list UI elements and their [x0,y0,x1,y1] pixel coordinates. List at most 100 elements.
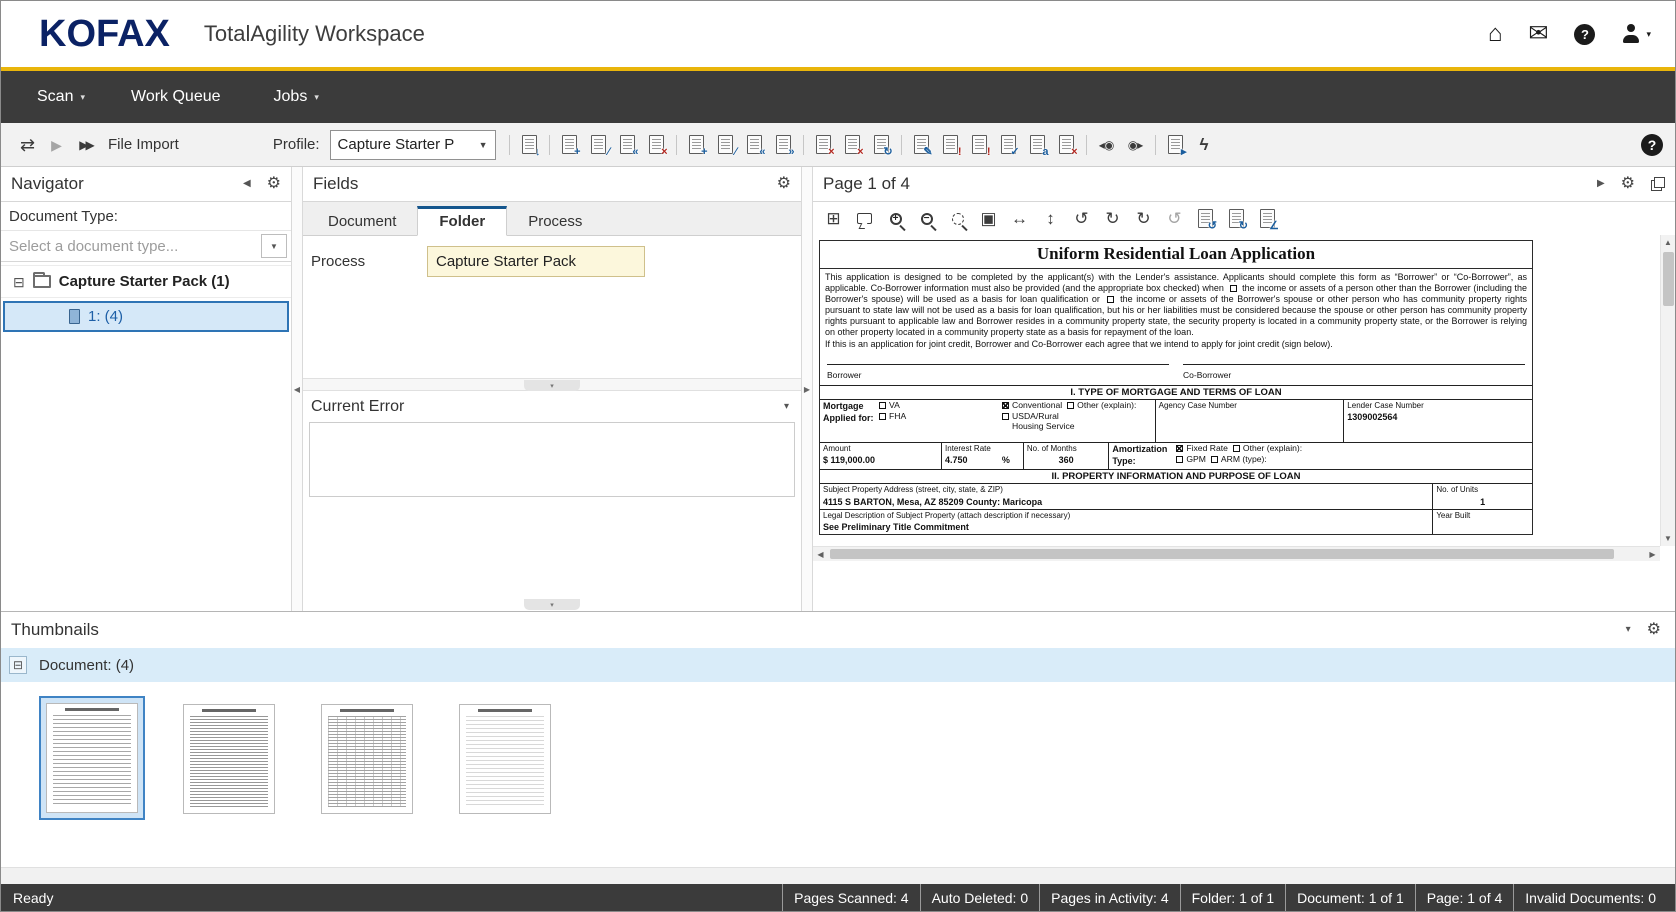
comment-icon[interactable] [850,205,879,232]
create-folder-icon[interactable]: + [555,131,584,158]
create-region-icon[interactable]: ⊞ [819,205,848,232]
thumbnail-page-1[interactable] [39,696,145,820]
help-icon[interactable]: ? [1574,24,1595,45]
collapse-node-icon[interactable]: ⊟ [13,275,25,289]
rotate-ccw-icon[interactable]: ↺ [1067,205,1096,232]
process-field-input[interactable]: Capture Starter Pack [427,246,645,277]
status-item: Auto Deleted: 0 [920,884,1040,911]
process-batch-icon[interactable]: ϟ [1190,131,1219,158]
thumbnail-page-3[interactable] [313,696,421,822]
batch-tree: ⊟ Capture Starter Pack (1) 1: (4) [1,262,291,611]
scroll-up-icon[interactable]: ▲ [1661,235,1676,250]
delete-folder-icon[interactable]: × [642,131,671,158]
separator[interactable] [803,135,804,155]
document-type-select[interactable]: Select a document type... ▼ [1,231,291,262]
replace-page-icon[interactable]: ↻ [867,131,896,158]
splitter-fields[interactable]: ▶ [801,167,813,611]
gear-icon[interactable]: ⚙ [777,176,791,192]
gear-icon[interactable]: ⚙ [1621,176,1635,192]
horizontal-splitter[interactable]: ▾ [303,378,801,391]
insert-document-icon[interactable]: » [769,131,798,158]
chevron-down-icon[interactable]: ▾ [1626,625,1631,635]
scroll-left-icon[interactable]: ◀ [813,547,828,562]
import-file-icon[interactable]: ↓ [515,131,544,158]
separator[interactable] [676,135,677,155]
reject-page-icon[interactable]: ! [936,131,965,158]
profile-select[interactable]: Capture Starter P ▼ [330,130,496,160]
zoom-select-icon[interactable] [943,205,972,232]
hide-rejected-icon[interactable]: ◉▸ [1121,131,1150,158]
separator[interactable] [509,135,510,155]
collapse-handle[interactable]: ▾ [524,380,580,391]
property-address-label: Subject Property Address (street, city, … [823,485,1429,495]
play-icon[interactable]: ▶ [42,131,71,158]
separator[interactable] [901,135,902,155]
thumbnail-page-4[interactable] [451,696,559,822]
clear-review-icon[interactable]: × [1052,131,1081,158]
fit-width-icon[interactable]: ↔ [1005,205,1034,232]
zoom-in-icon[interactable]: + [881,205,910,232]
collapse-handle[interactable]: ▾ [524,599,580,610]
thumbnail-page-2[interactable] [175,696,283,822]
merge-document-icon[interactable]: « [740,131,769,158]
collapse-node-icon[interactable]: ⊟ [9,656,27,674]
user-menu-button[interactable]: ▾ [1621,24,1651,44]
unreject-icon[interactable]: ✓ [994,131,1023,158]
scroll-right-icon[interactable]: ▶ [1645,547,1660,562]
tab-process[interactable]: Process [507,206,603,235]
scrollbar-thumb[interactable] [830,549,1614,559]
export-icon[interactable]: ▸ [1161,131,1190,158]
shortcuts-icon[interactable]: ⇄ [13,131,42,158]
show-rejected-icon[interactable]: ◂◉ [1092,131,1121,158]
create-document-icon[interactable]: + [682,131,711,158]
note-page-icon[interactable]: ✎ [907,131,936,158]
rotate-180-icon[interactable]: ↻ [1129,205,1158,232]
expand-panel-icon[interactable]: ▶ [1597,179,1605,189]
separator[interactable] [1155,135,1156,155]
chevron-down-icon[interactable]: ▾ [784,402,789,412]
collapse-panel-icon[interactable]: ◀ [243,179,251,189]
tree-item-folder[interactable]: ⊟ Capture Starter Pack (1) [1,265,291,298]
tree-item-document[interactable]: 1: (4) [3,301,289,332]
menu-scan[interactable]: Scan ▾ [37,88,85,106]
scroll-down-icon[interactable]: ▼ [1661,531,1676,546]
fast-forward-icon[interactable]: ▶▶ [71,131,100,158]
menu-jobs[interactable]: Jobs ▾ [274,88,319,106]
applied-for-label: Applied for: [823,413,875,425]
horizontal-scrollbar[interactable]: ◀ ▶ [813,546,1660,561]
fit-page-icon[interactable]: ▣ [974,205,1003,232]
help-icon[interactable]: ? [1641,134,1663,156]
deskew-page-icon[interactable]: ∠ [1253,205,1282,232]
bottom-collapse-handle[interactable]: ▾ [303,598,801,611]
page-image-view[interactable]: Uniform Residential Loan Application Thi… [813,235,1660,546]
inbox-icon[interactable]: ✉ [1528,22,1548,46]
scrollbar-thumb[interactable] [1663,252,1674,306]
delete-document-icon[interactable]: × [838,131,867,158]
split-folder-icon[interactable]: ∕ [584,131,613,158]
rotate-page-left-icon[interactable]: ↺ [1191,205,1220,232]
menu-work-queue[interactable]: Work Queue [131,88,228,106]
tab-document[interactable]: Document [307,206,417,235]
split-document-icon[interactable]: ∕ [711,131,740,158]
separator[interactable] [1086,135,1087,155]
zoom-out-icon[interactable]: − [912,205,941,232]
vertical-scrollbar[interactable]: ▲ ▼ [1660,235,1675,546]
refresh-icon[interactable]: ↺ [1160,205,1189,232]
fit-height-icon[interactable]: ↕ [1036,205,1065,232]
splitter-navigator[interactable]: ◀ [291,167,303,611]
thumbnails-scrollbar[interactable] [1,867,1675,884]
tab-folder[interactable]: Folder [417,206,507,236]
rotate-page-right-icon[interactable]: ↻ [1222,205,1251,232]
separator[interactable] [549,135,550,155]
reject-document-icon[interactable]: ! [965,131,994,158]
chevron-down-icon[interactable]: ▼ [261,234,287,258]
folder-node-label: Capture Starter Pack (1) [59,273,230,290]
merge-folder-icon[interactable]: « [613,131,642,158]
gear-icon[interactable]: ⚙ [267,176,281,192]
gear-icon[interactable]: ⚙ [1647,622,1661,638]
rotate-cw-icon[interactable]: ↻ [1098,205,1127,232]
popout-icon[interactable] [1651,177,1665,191]
ocr-page-icon[interactable]: a [1023,131,1052,158]
home-icon[interactable]: ⌂ [1488,22,1503,46]
delete-page-icon[interactable]: × [809,131,838,158]
